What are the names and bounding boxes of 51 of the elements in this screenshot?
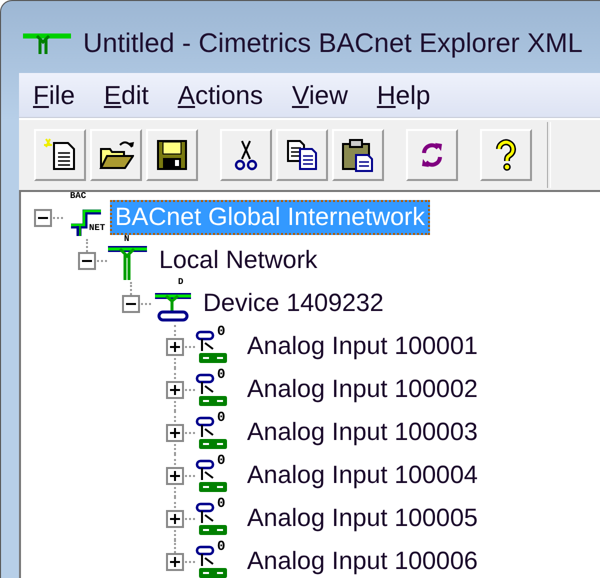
plus-icon xyxy=(169,512,181,524)
copy-icon xyxy=(284,137,320,173)
cut-button[interactable] xyxy=(220,129,272,181)
window-title: Untitled - Cimetrics BACnet Explorer XML xyxy=(83,28,583,58)
open-folder-button[interactable] xyxy=(90,129,142,181)
expand-toggle[interactable] xyxy=(166,466,184,484)
icon-label: 0 xyxy=(217,454,226,468)
new-file-button[interactable] xyxy=(34,129,86,181)
tree-item[interactable]: Analog Input 100006 xyxy=(242,544,483,578)
plus-icon xyxy=(169,426,181,438)
refresh-button[interactable] xyxy=(406,129,458,181)
icon-label: 0 xyxy=(217,324,226,338)
tree-item[interactable]: Analog Input 100003 xyxy=(242,415,483,450)
expand-toggle[interactable] xyxy=(166,510,184,528)
expand-toggle[interactable] xyxy=(166,552,184,570)
save-button[interactable] xyxy=(146,129,198,181)
icon-label: 0 xyxy=(217,410,226,424)
tree-item[interactable]: Device 1409232 xyxy=(198,286,389,321)
tree-item[interactable]: Analog Input 100001 xyxy=(242,329,483,364)
icon-label: 0 xyxy=(217,540,226,554)
tree-item[interactable]: Local Network xyxy=(154,243,322,278)
icon-label: N xyxy=(124,234,130,244)
paste-button[interactable] xyxy=(332,129,384,181)
help-button[interactable] xyxy=(480,129,532,181)
plus-icon xyxy=(169,340,181,352)
tree-item[interactable]: Analog Input 100004 xyxy=(242,458,483,493)
new-file-icon xyxy=(42,137,78,173)
expand-toggle[interactable] xyxy=(166,424,184,442)
icon-label: 0 xyxy=(217,496,226,510)
menu-item[interactable]: Actions xyxy=(178,80,277,110)
menu-item[interactable]: File xyxy=(33,80,89,110)
menu-item[interactable]: Edit xyxy=(104,80,163,110)
plus-icon xyxy=(169,384,181,396)
copy-button[interactable] xyxy=(276,129,328,181)
tree-item[interactable]: Analog Input 100002 xyxy=(242,372,483,407)
tree-item[interactable]: Analog Input 100005 xyxy=(242,501,483,536)
icon-label: D xyxy=(178,278,184,286)
paste-icon xyxy=(340,137,376,173)
menu-item[interactable]: Help xyxy=(376,80,444,110)
icon-label: NET xyxy=(89,224,106,232)
menu-item[interactable]: View xyxy=(292,80,362,110)
app-logo-icon xyxy=(23,32,71,54)
expand-toggle[interactable] xyxy=(166,380,184,398)
collapse-toggle[interactable] xyxy=(122,294,140,312)
plus-icon xyxy=(169,470,181,482)
collapse-toggle[interactable] xyxy=(34,208,52,226)
plus-icon xyxy=(169,556,181,568)
expand-toggle[interactable] xyxy=(166,338,184,356)
collapse-toggle[interactable] xyxy=(78,252,96,270)
icon-label: 0 xyxy=(217,368,226,382)
save-icon xyxy=(154,137,190,173)
